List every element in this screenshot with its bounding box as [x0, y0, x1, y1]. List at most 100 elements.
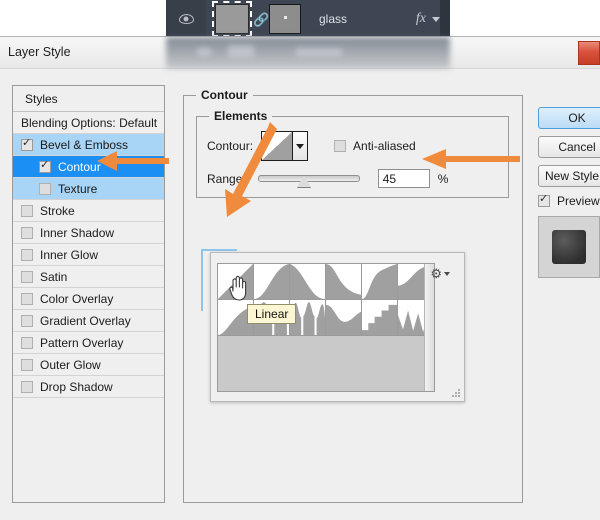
- style-row-label: Satin: [40, 270, 67, 284]
- dialog-title: Layer Style: [8, 45, 71, 59]
- style-checkbox[interactable]: [21, 359, 33, 371]
- preview-option[interactable]: Preview: [538, 194, 600, 208]
- style-preview-box: [538, 216, 600, 278]
- style-row-label: Drop Shadow: [40, 380, 113, 394]
- style-checkbox[interactable]: [21, 315, 33, 327]
- contour-picker-popup: ⚙: [210, 252, 465, 402]
- contour-swatch[interactable]: [326, 264, 362, 300]
- style-row-inner-glow[interactable]: Inner Glow: [13, 244, 164, 266]
- range-slider-thumb[interactable]: [297, 176, 311, 187]
- preview-label: Preview: [557, 194, 600, 208]
- style-row-label: Gradient Overlay: [40, 314, 131, 328]
- style-row-label: Bevel & Emboss: [40, 138, 128, 152]
- style-row-blending-options-default[interactable]: Blending Options: Default: [13, 112, 164, 134]
- style-checkbox[interactable]: [21, 249, 33, 261]
- style-row-outer-glow[interactable]: Outer Glow: [13, 354, 164, 376]
- dialog-body: Styles Blending Options: Default Bevel & …: [0, 69, 600, 520]
- contour-field-label: Contour:: [207, 139, 253, 153]
- elements-group-legend: Elements: [209, 109, 272, 123]
- style-checkbox[interactable]: [21, 227, 33, 239]
- style-row-satin[interactable]: Satin: [13, 266, 164, 288]
- style-checkbox[interactable]: [39, 161, 51, 173]
- gear-icon: ⚙: [430, 267, 442, 280]
- style-checkbox[interactable]: [21, 381, 33, 393]
- preview-checkbox[interactable]: [538, 195, 550, 207]
- style-row-color-overlay[interactable]: Color Overlay: [13, 288, 164, 310]
- contour-preview-swatch: [262, 132, 292, 160]
- style-row-contour[interactable]: Contour: [13, 156, 164, 178]
- style-row-inner-shadow[interactable]: Inner Shadow: [13, 222, 164, 244]
- contour-swatch[interactable]: [254, 264, 290, 300]
- contour-row: Contour: Anti-aliased: [207, 131, 416, 161]
- style-checkbox[interactable]: [21, 337, 33, 349]
- style-checkbox[interactable]: [21, 293, 33, 305]
- layer-fx-label[interactable]: fx: [416, 11, 426, 27]
- screenshot-root: 🔗 glass fx Layer Style Styles Blending O…: [0, 0, 600, 520]
- layer-style-dialog: Layer Style Styles Blending Options: Def…: [0, 36, 600, 520]
- contour-swatch-grid: [218, 264, 434, 336]
- hand-cursor-icon: [226, 275, 248, 301]
- close-icon[interactable]: [578, 41, 600, 65]
- style-preview-chip: [552, 230, 586, 264]
- chevron-down-icon: [296, 144, 304, 149]
- link-icon[interactable]: 🔗: [253, 13, 265, 26]
- contour-swatch[interactable]: [362, 300, 398, 336]
- cancel-button[interactable]: Cancel: [538, 136, 600, 158]
- resize-grip-icon[interactable]: [451, 388, 461, 398]
- range-value-input[interactable]: 45: [378, 169, 430, 188]
- layer-mask-thumbnail[interactable]: [269, 4, 301, 34]
- picker-settings-button[interactable]: ⚙: [430, 267, 450, 280]
- layer-name[interactable]: glass: [319, 12, 347, 26]
- contour-swatch[interactable]: [290, 264, 326, 300]
- style-row-texture[interactable]: Texture: [13, 178, 164, 200]
- style-row-label: Blending Options: Default: [21, 116, 157, 130]
- elements-group: Elements Contour:: [196, 116, 509, 198]
- contour-swatch[interactable]: [326, 300, 362, 336]
- chevron-down-icon: [444, 272, 450, 276]
- new-style-button[interactable]: New Style...: [538, 165, 600, 187]
- style-checkbox[interactable]: [21, 205, 33, 217]
- contour-dropdown-button[interactable]: [292, 132, 307, 160]
- styles-list: Blending Options: Default Bevel & Emboss C…: [13, 112, 164, 398]
- style-row-label: Contour: [58, 160, 101, 174]
- style-row-label: Texture: [58, 182, 97, 196]
- range-row: Range: 45 %: [207, 169, 448, 188]
- dialog-buttons-column: OK Cancel New Style... Preview: [538, 107, 600, 278]
- range-slider[interactable]: [258, 175, 360, 182]
- style-row-stroke[interactable]: Stroke: [13, 200, 164, 222]
- titlebar-translucency: [166, 37, 450, 69]
- style-row-label: Color Overlay: [40, 292, 113, 306]
- style-checkbox[interactable]: [21, 271, 33, 283]
- contour-swatch-area: [217, 263, 435, 392]
- anti-aliased-checkbox[interactable]: [334, 140, 346, 152]
- style-row-label: Outer Glow: [40, 358, 101, 372]
- style-checkbox[interactable]: [21, 139, 33, 151]
- style-row-pattern-overlay[interactable]: Pattern Overlay: [13, 332, 164, 354]
- styles-panel-header: Styles: [13, 86, 164, 112]
- ok-button[interactable]: OK: [538, 107, 600, 129]
- dialog-titlebar[interactable]: Layer Style: [0, 37, 600, 69]
- style-row-label: Pattern Overlay: [40, 336, 123, 350]
- style-row-drop-shadow[interactable]: Drop Shadow: [13, 376, 164, 398]
- style-checkbox[interactable]: [39, 183, 51, 195]
- range-field-label: Range:: [207, 172, 246, 186]
- anti-aliased-label: Anti-aliased: [353, 139, 416, 153]
- range-percent-label: %: [438, 172, 449, 186]
- style-row-label: Inner Shadow: [40, 226, 114, 240]
- style-row-gradient-overlay[interactable]: Gradient Overlay: [13, 310, 164, 332]
- contour-picker-button[interactable]: [261, 131, 308, 161]
- photoshop-layers-strip: 🔗 glass fx: [166, 0, 450, 38]
- chevron-down-icon[interactable]: [432, 17, 440, 22]
- contour-picker-scrollbar[interactable]: [424, 264, 434, 391]
- style-row-bevel-emboss[interactable]: Bevel & Emboss: [13, 134, 164, 156]
- style-row-label: Inner Glow: [40, 248, 98, 262]
- contour-tooltip: Linear: [247, 304, 296, 324]
- anti-aliased-option[interactable]: Anti-aliased: [334, 139, 416, 153]
- styles-panel: Styles Blending Options: Default Bevel & …: [12, 85, 165, 503]
- eye-icon: [179, 14, 194, 24]
- layer-visibility-toggle[interactable]: [166, 0, 206, 38]
- contour-swatch[interactable]: [362, 264, 398, 300]
- layer-thumbnail[interactable]: [215, 4, 249, 34]
- style-row-label: Stroke: [40, 204, 75, 218]
- layers-panel-edge: [440, 0, 450, 38]
